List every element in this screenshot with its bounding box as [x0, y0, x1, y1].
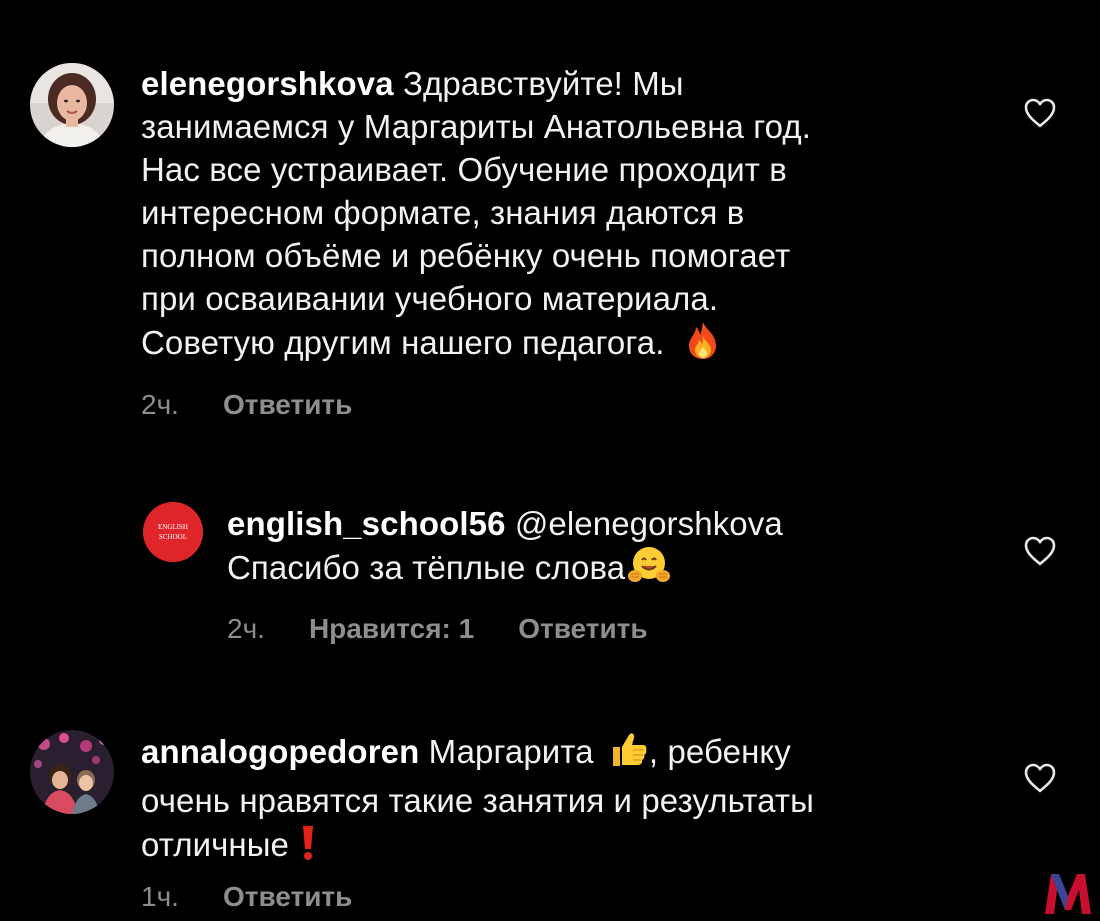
- comment-text-line: Нас все устраивает. Обучение проходит в: [141, 151, 787, 188]
- comment-annalogopedoren: annalogopedoren Маргарита , ребенку очен…: [0, 680, 1100, 920]
- avatar[interactable]: [30, 63, 114, 147]
- avatar[interactable]: [30, 730, 114, 814]
- avatar-text: ENGLISH: [158, 523, 188, 531]
- reply-button[interactable]: Ответить: [223, 881, 352, 912]
- comment-text-line: Здравствуйте! Мы: [402, 65, 684, 102]
- timestamp: 1ч.: [141, 881, 179, 912]
- username[interactable]: english_school56: [227, 505, 506, 542]
- comment-body: elenegorshkova Здравствуйте! Мы занимаем…: [141, 62, 1001, 370]
- reply-meta: 2ч. Нравится: 1 Ответить: [227, 613, 692, 645]
- m-logo-icon: [1042, 870, 1094, 916]
- heart-outline-icon[interactable]: [1023, 97, 1057, 129]
- exclamation-emoji-icon: [300, 822, 316, 872]
- hugging-face-emoji-icon: [627, 545, 671, 595]
- reply-button[interactable]: Ответить: [518, 613, 647, 644]
- reply-text: Спасибо за тёплые слова: [227, 549, 626, 586]
- timestamp: 2ч.: [141, 389, 179, 420]
- thumbs-up-emoji-icon: [609, 729, 649, 779]
- timestamp: 2ч.: [227, 613, 265, 644]
- avatar-text: SCHOOL: [159, 533, 187, 541]
- comment-elenegorshkova: elenegorshkova Здравствуйте! Мы занимаем…: [0, 0, 1100, 440]
- reply-body: english_school56 @elenegorshkova Спасибо…: [227, 502, 987, 595]
- comment-text-line: Советую другим нашего педагога.: [141, 324, 665, 361]
- comment-meta: 2ч. Ответить: [141, 389, 396, 421]
- username[interactable]: annalogopedoren: [141, 733, 419, 770]
- avatar[interactable]: ENGLISH SCHOOL: [143, 502, 203, 562]
- reply-english-school56: ENGLISH SCHOOL english_school56 @elenego…: [0, 440, 1100, 680]
- comment-body: annalogopedoren Маргарита , ребенку очен…: [141, 729, 1001, 872]
- comment-text-line: очень нравятся такие занятия и результат…: [141, 782, 814, 819]
- comment-meta: 1ч. Ответить: [141, 881, 396, 913]
- comment-text-line: занимаемся у Маргариты Анатольевна год.: [141, 108, 812, 145]
- comment-text: , ребенку: [648, 733, 791, 770]
- comment-text-line: интересном формате, знания даются в: [141, 194, 745, 231]
- username[interactable]: elenegorshkova: [141, 65, 394, 102]
- heart-outline-icon[interactable]: [1023, 535, 1057, 567]
- comment-text-line: отличные: [141, 826, 289, 863]
- mention-link[interactable]: @elenegorshkova: [515, 505, 783, 542]
- likes-count[interactable]: Нравится: 1: [309, 613, 474, 644]
- heart-outline-icon[interactable]: [1023, 762, 1057, 794]
- comment-text: Маргарита: [428, 733, 594, 770]
- comment-text-line: полном объёме и ребёнку очень помогает: [141, 237, 791, 274]
- fire-emoji-icon: [684, 320, 722, 370]
- comment-text-line: при осваивании учебного материала.: [141, 280, 719, 317]
- reply-button[interactable]: Ответить: [223, 389, 352, 420]
